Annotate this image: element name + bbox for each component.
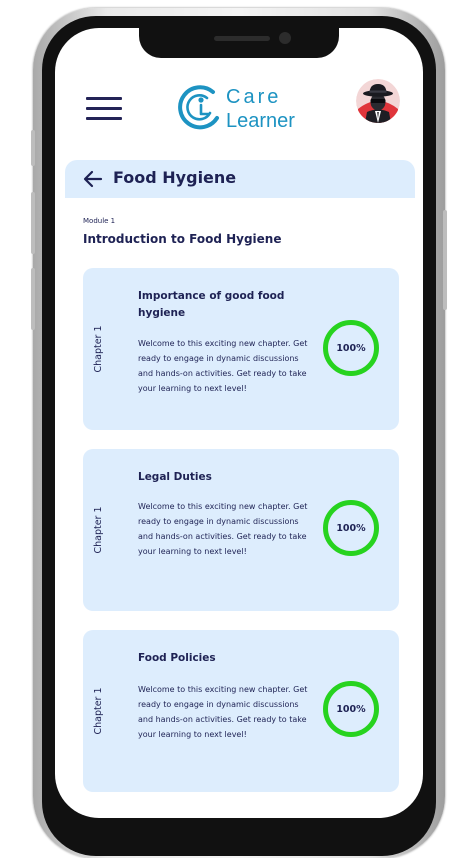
phone-volume-up-button	[31, 192, 35, 254]
phone-notch	[139, 28, 339, 58]
progress-percent: 100%	[336, 522, 366, 534]
chapter-title: Importance of good food hygiene	[138, 290, 285, 319]
chapter-title: Food Policies	[138, 652, 216, 664]
module-title: Introduction to Food Hygiene	[83, 232, 282, 246]
chapter-description: Welcome to this exciting new chapter. Ge…	[138, 502, 308, 556]
chapter-label: Chapter 1	[93, 687, 104, 735]
phone-volume-down-button	[31, 268, 35, 330]
progress-ring: 100%	[323, 500, 379, 556]
arrow-left-icon[interactable]	[83, 170, 103, 188]
phone-screen: Care Learner Food Hygiene Module 1 Intro…	[55, 28, 423, 818]
phone-side-button	[31, 130, 35, 166]
logo-mark-icon	[178, 85, 219, 130]
progress-ring: 100%	[323, 320, 379, 376]
page-title: Food Hygiene	[113, 168, 237, 187]
page-title-bar: Food Hygiene	[65, 160, 415, 198]
module-label: Module 1	[83, 217, 116, 225]
chapter-title: Legal Duties	[138, 471, 212, 483]
chapter-label: Chapter 1	[93, 506, 104, 554]
front-camera	[279, 32, 291, 44]
user-avatar[interactable]	[356, 79, 400, 123]
logo-text-care: Care	[226, 86, 282, 108]
chapter-card[interactable]: Chapter 1 Importance of good food hygien…	[83, 268, 399, 430]
speaker-grille	[214, 36, 270, 41]
chapter-card[interactable]: Chapter 1 Legal Duties Welcome to this e…	[83, 449, 399, 611]
chapter-card[interactable]: Chapter 1 Food Policies Welcome to this …	[83, 630, 399, 792]
phone-power-button	[443, 210, 447, 310]
chapter-description: Welcome to this exciting new chapter. Ge…	[138, 339, 308, 393]
app-header: Care Learner	[55, 72, 423, 144]
logo-text-learner: Learner	[226, 110, 295, 132]
chapter-label: Chapter 1	[93, 325, 104, 373]
progress-percent: 100%	[336, 342, 366, 354]
hamburger-menu-icon[interactable]	[86, 97, 122, 121]
spy-avatar-icon	[356, 79, 400, 123]
progress-percent: 100%	[336, 703, 366, 715]
progress-ring: 100%	[323, 681, 379, 737]
care-learner-logo: Care Learner	[177, 80, 307, 132]
chapter-description: Welcome to this exciting new chapter. Ge…	[138, 685, 308, 739]
